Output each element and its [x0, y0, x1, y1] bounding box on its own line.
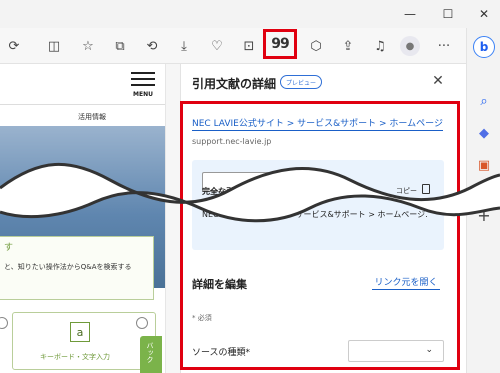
- close-panel-button[interactable]: ✕: [430, 73, 446, 89]
- screenshot-icon[interactable]: ⊡: [237, 34, 261, 58]
- divider: [0, 104, 165, 105]
- preview-badge: プレビュー: [280, 75, 322, 89]
- history-icon[interactable]: ⟲: [140, 34, 164, 58]
- refresh-icon[interactable]: ⟳: [2, 34, 26, 58]
- more-icon[interactable]: ···: [432, 34, 456, 58]
- search-icon[interactable]: ⌕: [473, 90, 495, 112]
- bing-icon[interactable]: b: [473, 36, 495, 58]
- minimize-icon[interactable]: —: [392, 0, 428, 28]
- favorites-star-icon[interactable]: ☆: [76, 34, 100, 58]
- card-radio-icon: [136, 317, 148, 329]
- nav-item-info[interactable]: 活用情報: [52, 112, 132, 122]
- card-text: と、知りたい操作法からQ&Aを検索する: [4, 263, 132, 271]
- toolbox-icon[interactable]: ▣: [473, 154, 495, 176]
- tag-icon[interactable]: ◆: [473, 122, 495, 144]
- cite-button[interactable]: 99: [263, 29, 297, 59]
- browser-toolbar: ⟳ ◫ ☆ ⧉ ⟲ ⤓ ♡ ⊡ 99 ⬡ ⇪ ♫ ● ···: [0, 28, 466, 64]
- menu-button[interactable]: MENU: [128, 72, 158, 100]
- close-icon[interactable]: ✕: [466, 0, 500, 28]
- card-heading: す: [4, 243, 14, 253]
- split-screen-icon[interactable]: ◫: [42, 34, 66, 58]
- window-titlebar: — ☐ ✕: [0, 0, 500, 28]
- share-icon[interactable]: ⇪: [336, 34, 360, 58]
- page-scrollbar[interactable]: [165, 64, 180, 373]
- feedback-label: バック: [146, 342, 154, 363]
- maximize-icon[interactable]: ☐: [430, 0, 466, 28]
- extensions-icon[interactable]: ⬡: [304, 34, 328, 58]
- profile-icon[interactable]: ●: [400, 36, 420, 56]
- feedback-tab[interactable]: バック: [140, 336, 162, 373]
- keyboard-key-icon: a: [70, 322, 90, 342]
- highlight-frame: [180, 101, 460, 370]
- keyboard-label: キーボード・文字入力: [40, 353, 110, 361]
- read-aloud-icon[interactable]: ♫: [368, 34, 392, 58]
- performance-icon[interactable]: ♡: [205, 34, 229, 58]
- panel-title: 引用文献の詳細: [192, 77, 277, 91]
- edge-sidebar: b ⌕ ◆ ▣ +: [466, 28, 500, 373]
- cite-icon: 99: [271, 36, 290, 52]
- add-icon[interactable]: +: [473, 204, 495, 226]
- menu-label: MENU: [133, 91, 153, 98]
- collections-icon[interactable]: ⧉: [108, 34, 132, 58]
- downloads-icon[interactable]: ⤓: [172, 34, 196, 58]
